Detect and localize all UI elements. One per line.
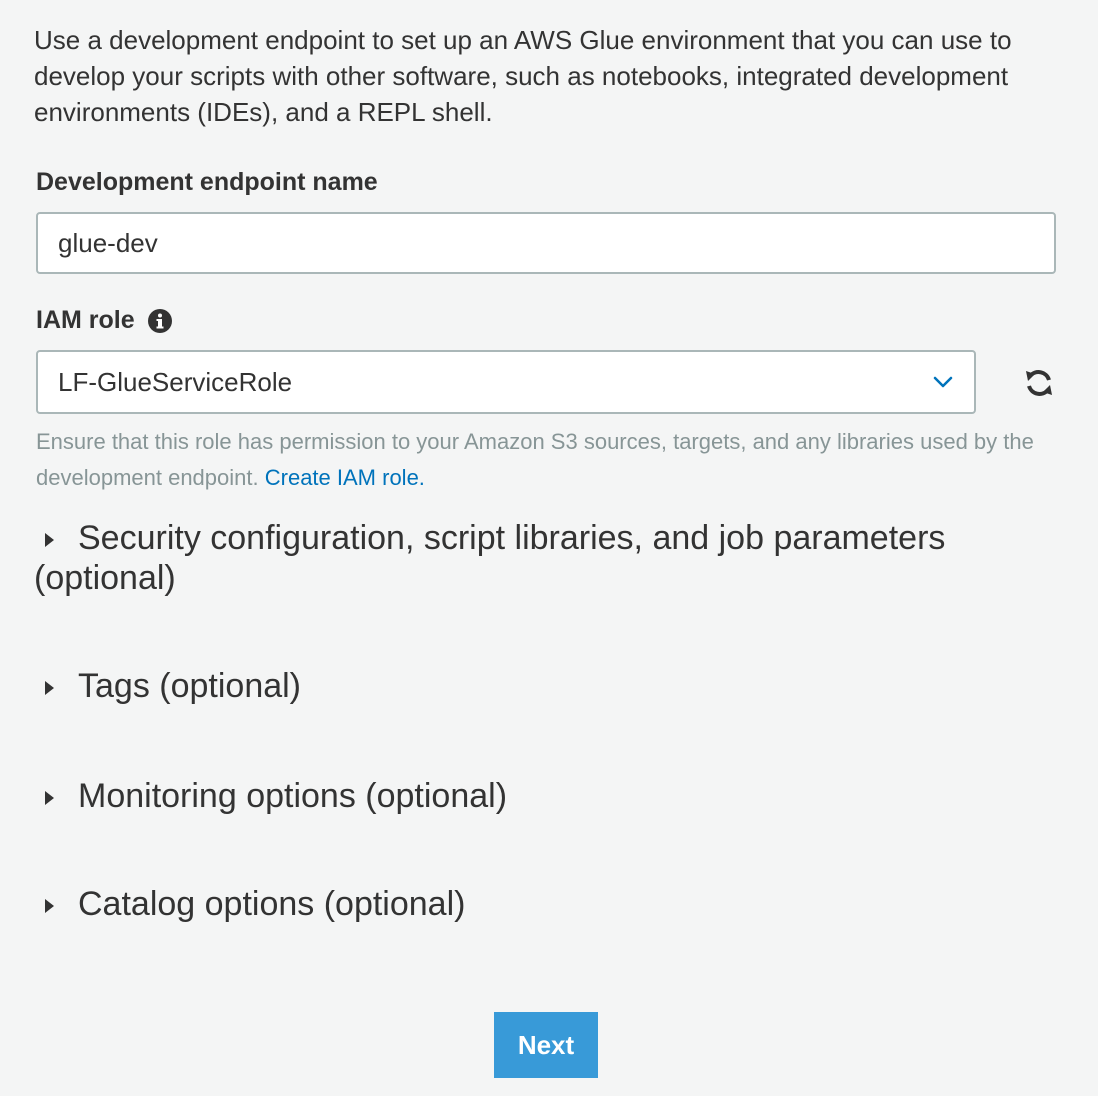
- refresh-icon[interactable]: [1022, 366, 1056, 400]
- next-button[interactable]: Next: [494, 1012, 598, 1078]
- endpoint-name-input[interactable]: [36, 212, 1056, 274]
- iam-role-label: IAM role: [36, 306, 173, 335]
- section-catalog-title: Catalog options (optional): [78, 885, 466, 923]
- section-tags[interactable]: Tags (optional): [34, 666, 1044, 706]
- create-dev-endpoint-page: Use a development endpoint to set up an …: [0, 0, 1098, 1096]
- section-monitoring-title: Monitoring options (optional): [78, 777, 508, 815]
- chevron-down-icon: [932, 371, 954, 393]
- iam-role-selected-value: LF-GlueServiceRole: [58, 366, 293, 397]
- caret-right-icon: [34, 790, 78, 806]
- section-catalog[interactable]: Catalog options (optional): [34, 884, 1044, 924]
- section-monitoring[interactable]: Monitoring options (optional): [34, 776, 1044, 816]
- caret-right-icon: [34, 898, 78, 914]
- create-iam-role-link[interactable]: Create IAM role.: [265, 465, 425, 490]
- endpoint-name-label-text: Development endpoint name: [36, 168, 378, 196]
- iam-role-help: Ensure that this role has permission to …: [36, 424, 1066, 496]
- section-security-config-title: Security configuration, script libraries…: [34, 519, 946, 597]
- section-tags-title: Tags (optional): [78, 667, 302, 705]
- caret-right-icon: [34, 680, 78, 696]
- iam-role-label-text: IAM role: [36, 306, 135, 334]
- caret-right-icon: [34, 532, 78, 548]
- info-circle-icon[interactable]: [147, 308, 173, 334]
- endpoint-name-label: Development endpoint name: [36, 168, 378, 197]
- iam-role-select[interactable]: LF-GlueServiceRole: [36, 350, 976, 414]
- section-security-config[interactable]: Security configuration, script libraries…: [34, 518, 1044, 598]
- intro-text: Use a development endpoint to set up an …: [34, 25, 1012, 127]
- iam-role-help-text: Ensure that this role has permission to …: [36, 429, 1034, 490]
